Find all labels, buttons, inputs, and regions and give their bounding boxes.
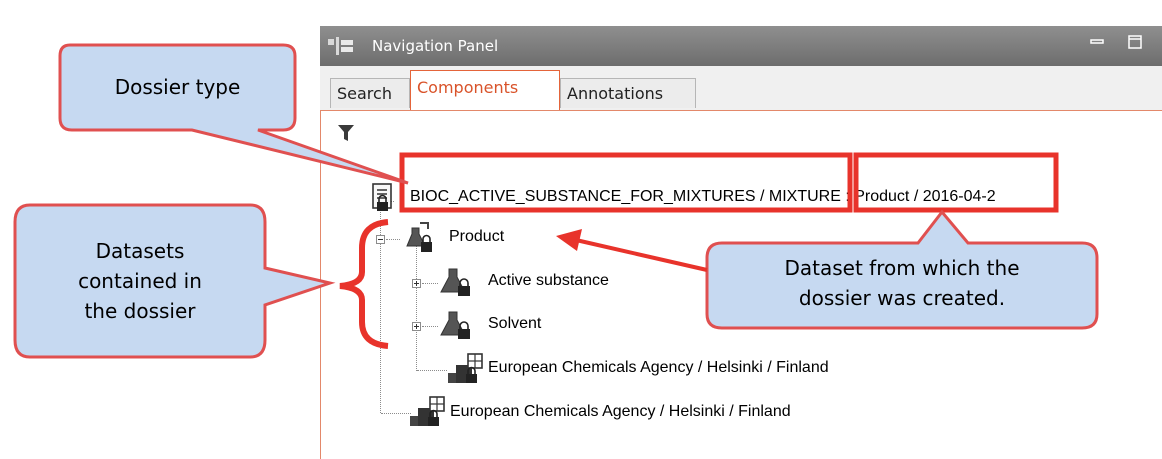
callout-datasets-line-1: Datasets bbox=[95, 239, 185, 263]
tree-node-legal-entity-outer[interactable]: European Chemicals Agency / Helsinki / F… bbox=[450, 403, 791, 421]
tab-annotations[interactable]: Annotations bbox=[560, 78, 696, 108]
tree-connector bbox=[422, 326, 438, 327]
maximize-icon[interactable] bbox=[1128, 35, 1142, 49]
tree-node-active-substance[interactable]: Active substance bbox=[488, 272, 609, 290]
expand-toggle-active-substance[interactable] bbox=[412, 279, 421, 288]
tree-node-root[interactable]: BIOC_ACTIVE_SUBSTANCE_FOR_MIXTURES / MIX… bbox=[410, 188, 996, 206]
tree-node-legal-entity-inner[interactable]: European Chemicals Agency / Helsinki / F… bbox=[488, 359, 829, 377]
tab-components-label: Components bbox=[417, 78, 519, 97]
tree-node-legal-entity-inner-label: European Chemicals Agency / Helsinki / F… bbox=[488, 359, 829, 376]
tree-node-active-substance-label: Active substance bbox=[488, 272, 609, 289]
tree-connector bbox=[381, 413, 411, 414]
tree-node-product[interactable]: Product bbox=[449, 228, 504, 246]
substance-flask-icon bbox=[440, 311, 470, 339]
tab-search-label: Search bbox=[337, 84, 392, 103]
tree-node-solvent[interactable]: Solvent bbox=[488, 315, 541, 333]
callout-datasets-line-2: contained in bbox=[78, 269, 202, 293]
minimize-icon[interactable] bbox=[1090, 35, 1104, 49]
navigation-panel-icon bbox=[328, 37, 353, 55]
tab-annotations-label: Annotations bbox=[567, 84, 664, 103]
tree-connector bbox=[416, 245, 417, 371]
tab-components[interactable]: Components bbox=[410, 70, 560, 110]
callout-dataset-source-line-1: Dataset from which the bbox=[784, 256, 1020, 280]
tab-search[interactable]: Search bbox=[330, 78, 410, 108]
tree-connector bbox=[386, 239, 400, 240]
tree-connector bbox=[422, 283, 438, 284]
tree-node-product-label: Product bbox=[449, 228, 505, 245]
tree-connector bbox=[417, 370, 447, 371]
tree-node-root-label: BIOC_ACTIVE_SUBSTANCE_FOR_MIXTURES / MIX… bbox=[410, 188, 996, 205]
legal-entity-icon bbox=[448, 353, 483, 383]
tree-node-solvent-label: Solvent bbox=[488, 315, 542, 332]
legal-entity-icon bbox=[410, 396, 445, 426]
screenshot-stage: Navigation Panel Search Components Annot… bbox=[0, 0, 1162, 459]
expand-toggle-solvent[interactable] bbox=[412, 322, 421, 331]
dossier-icon bbox=[372, 183, 392, 211]
callout-dossier-type-text: Dossier type bbox=[114, 75, 241, 99]
panel-title: Navigation Panel bbox=[372, 37, 499, 55]
navigation-panel: Navigation Panel Search Components Annot… bbox=[320, 26, 1162, 459]
substance-flask-icon bbox=[440, 268, 470, 296]
callout-dataset-source-line-2: dossier was created. bbox=[798, 286, 1006, 310]
panel-titlebar: Navigation Panel bbox=[320, 26, 1162, 66]
filter-icon[interactable] bbox=[337, 124, 355, 142]
mixture-icon bbox=[406, 222, 432, 252]
callout-datasets-line-3: the dossier bbox=[84, 299, 196, 323]
panel-tabs: Search Components Annotations bbox=[320, 66, 1162, 110]
collapse-toggle-product[interactable] bbox=[376, 235, 385, 244]
tree-node-legal-entity-outer-label: European Chemicals Agency / Helsinki / F… bbox=[450, 403, 791, 420]
